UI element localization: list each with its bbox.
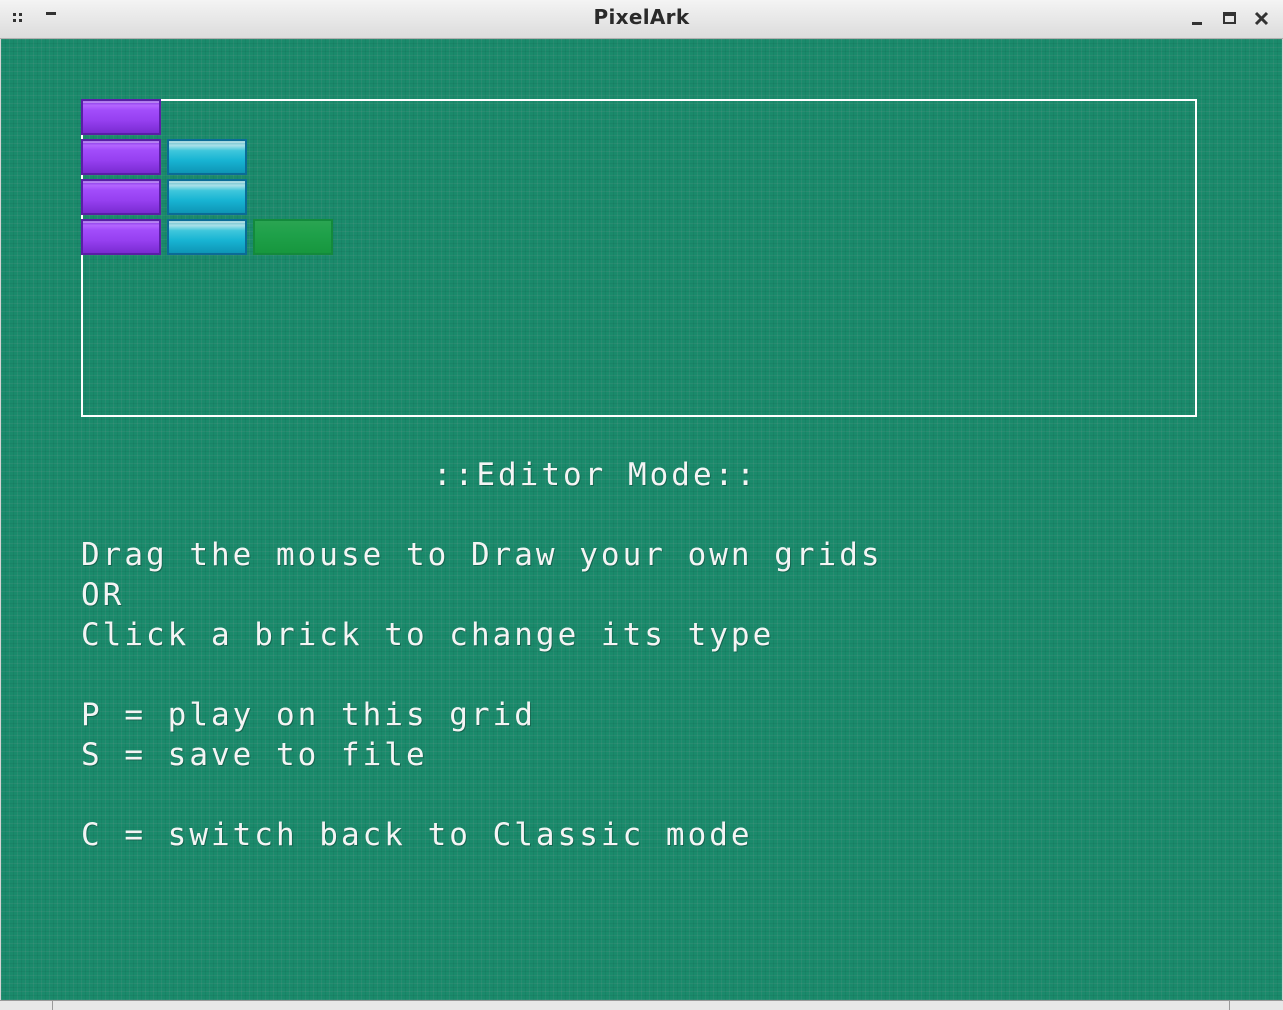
- brick-cyan[interactable]: [167, 179, 247, 215]
- instruction-drag: Drag the mouse to Draw your own grids: [81, 537, 883, 573]
- brick-green[interactable]: [253, 219, 333, 255]
- brick-grid-area[interactable]: [81, 99, 1197, 417]
- game-canvas[interactable]: ::Editor Mode:: Drag the mouse to Draw y…: [1, 39, 1282, 1000]
- title-bar[interactable]: PixelArk: [0, 0, 1283, 39]
- instruction-play: P = play on this grid: [81, 697, 536, 733]
- editor-mode-heading: ::Editor Mode::: [433, 457, 758, 493]
- brick-purple[interactable]: [81, 139, 161, 175]
- instruction-save: S = save to file: [81, 737, 428, 773]
- instruction-classic-mode: C = switch back to Classic mode: [81, 817, 753, 853]
- brick-purple[interactable]: [81, 219, 161, 255]
- instruction-click-brick: Click a brick to change its type: [81, 617, 775, 653]
- brick-cyan[interactable]: [167, 219, 247, 255]
- close-icon[interactable]: [1252, 8, 1272, 28]
- instruction-or: OR: [81, 577, 125, 613]
- brick-purple[interactable]: [81, 99, 161, 135]
- maximize-icon[interactable]: [1220, 8, 1240, 28]
- brick-cyan[interactable]: [167, 139, 247, 175]
- minimize-icon[interactable]: [1188, 8, 1208, 28]
- window-title: PixelArk: [593, 5, 690, 29]
- app-window: PixelArk ::Editor Mode:: Drag the mouse …: [0, 0, 1283, 1010]
- brick-purple[interactable]: [81, 179, 161, 215]
